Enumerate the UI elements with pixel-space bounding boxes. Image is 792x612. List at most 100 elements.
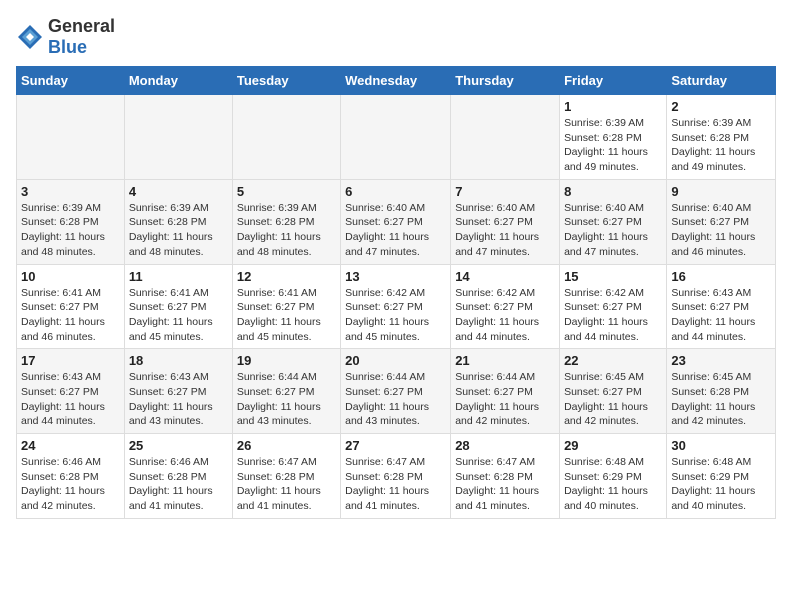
day-number: 24 [21, 438, 120, 453]
day-number: 9 [671, 184, 771, 199]
calendar-cell: 4 Sunrise: 6:39 AM Sunset: 6:28 PM Daylig… [124, 179, 232, 264]
calendar-cell: 24 Sunrise: 6:46 AM Sunset: 6:28 PM Dayli… [17, 434, 125, 519]
day-number: 6 [345, 184, 446, 199]
day-number: 27 [345, 438, 446, 453]
calendar-cell: 6 Sunrise: 6:40 AM Sunset: 6:27 PM Daylig… [341, 179, 451, 264]
calendar-cell: 10 Sunrise: 6:41 AM Sunset: 6:27 PM Dayli… [17, 264, 125, 349]
page-header: General Blue [16, 16, 776, 58]
day-info: Sunrise: 6:44 AM Sunset: 6:27 PM Dayligh… [455, 370, 555, 429]
calendar-cell: 15 Sunrise: 6:42 AM Sunset: 6:27 PM Dayli… [560, 264, 667, 349]
calendar-cell [17, 95, 125, 180]
day-number: 15 [564, 269, 662, 284]
calendar-cell: 30Sunrise: 6:48 AM Sunset: 6:29 PM Dayli… [667, 434, 776, 519]
day-info: Sunrise: 6:39 AM Sunset: 6:28 PM Dayligh… [671, 116, 771, 175]
day-number: 18 [129, 353, 228, 368]
day-number: 22 [564, 353, 662, 368]
calendar-week-row: 17 Sunrise: 6:43 AM Sunset: 6:27 PM Dayli… [17, 349, 776, 434]
day-info: Sunrise: 6:40 AM Sunset: 6:27 PM Dayligh… [671, 201, 771, 260]
header-tuesday: Tuesday [232, 67, 340, 95]
day-number: 7 [455, 184, 555, 199]
calendar-cell: 13 Sunrise: 6:42 AM Sunset: 6:27 PM Dayli… [341, 264, 451, 349]
day-info: Sunrise: 6:41 AM Sunset: 6:27 PM Dayligh… [237, 286, 336, 345]
calendar-cell: 3Sunrise: 6:39 AM Sunset: 6:28 PM Daylig… [17, 179, 125, 264]
day-info: Sunrise: 6:40 AM Sunset: 6:27 PM Dayligh… [345, 201, 446, 260]
day-info: Sunrise: 6:46 AM Sunset: 6:28 PM Dayligh… [129, 455, 228, 514]
day-number: 26 [237, 438, 336, 453]
day-info: Sunrise: 6:40 AM Sunset: 6:27 PM Dayligh… [455, 201, 555, 260]
calendar-cell: 20 Sunrise: 6:44 AM Sunset: 6:27 PM Dayli… [341, 349, 451, 434]
day-number: 17 [21, 353, 120, 368]
day-info: Sunrise: 6:47 AM Sunset: 6:28 PM Dayligh… [237, 455, 336, 514]
calendar-week-row: 10 Sunrise: 6:41 AM Sunset: 6:27 PM Dayli… [17, 264, 776, 349]
day-info: Sunrise: 6:47 AM Sunset: 6:28 PM Dayligh… [345, 455, 446, 514]
header-saturday: Saturday [667, 67, 776, 95]
calendar-cell: 21Sunrise: 6:44 AM Sunset: 6:27 PM Dayli… [451, 349, 560, 434]
day-info: Sunrise: 6:42 AM Sunset: 6:27 PM Dayligh… [564, 286, 662, 345]
day-info: Sunrise: 6:40 AM Sunset: 6:27 PM Dayligh… [564, 201, 662, 260]
day-info: Sunrise: 6:43 AM Sunset: 6:27 PM Dayligh… [129, 370, 228, 429]
day-info: Sunrise: 6:47 AM Sunset: 6:28 PM Dayligh… [455, 455, 555, 514]
day-info: Sunrise: 6:43 AM Sunset: 6:27 PM Dayligh… [671, 286, 771, 345]
header-monday: Monday [124, 67, 232, 95]
day-info: Sunrise: 6:39 AM Sunset: 6:28 PM Dayligh… [21, 201, 120, 260]
calendar-header-row: SundayMondayTuesdayWednesdayThursdayFrid… [17, 67, 776, 95]
calendar-cell: 16Sunrise: 6:43 AM Sunset: 6:27 PM Dayli… [667, 264, 776, 349]
header-wednesday: Wednesday [341, 67, 451, 95]
calendar-week-row: 3Sunrise: 6:39 AM Sunset: 6:28 PM Daylig… [17, 179, 776, 264]
day-info: Sunrise: 6:39 AM Sunset: 6:28 PM Dayligh… [564, 116, 662, 175]
day-info: Sunrise: 6:42 AM Sunset: 6:27 PM Dayligh… [345, 286, 446, 345]
day-number: 4 [129, 184, 228, 199]
day-number: 10 [21, 269, 120, 284]
header-sunday: Sunday [17, 67, 125, 95]
calendar-cell [232, 95, 340, 180]
calendar-cell: 1 Sunrise: 6:39 AM Sunset: 6:28 PM Daylig… [560, 95, 667, 180]
calendar-week-row: 1 Sunrise: 6:39 AM Sunset: 6:28 PM Daylig… [17, 95, 776, 180]
logo: General Blue [16, 16, 115, 58]
calendar-cell: 9 Sunrise: 6:40 AM Sunset: 6:27 PM Daylig… [667, 179, 776, 264]
day-info: Sunrise: 6:48 AM Sunset: 6:29 PM Dayligh… [671, 455, 771, 514]
day-info: Sunrise: 6:39 AM Sunset: 6:28 PM Dayligh… [129, 201, 228, 260]
calendar-cell: 8Sunrise: 6:40 AM Sunset: 6:27 PM Daylig… [560, 179, 667, 264]
calendar-cell: 22Sunrise: 6:45 AM Sunset: 6:27 PM Dayli… [560, 349, 667, 434]
calendar-cell [451, 95, 560, 180]
calendar-table: SundayMondayTuesdayWednesdayThursdayFrid… [16, 66, 776, 519]
day-info: Sunrise: 6:41 AM Sunset: 6:27 PM Dayligh… [21, 286, 120, 345]
day-info: Sunrise: 6:42 AM Sunset: 6:27 PM Dayligh… [455, 286, 555, 345]
day-number: 12 [237, 269, 336, 284]
day-info: Sunrise: 6:44 AM Sunset: 6:27 PM Dayligh… [345, 370, 446, 429]
day-number: 20 [345, 353, 446, 368]
calendar-cell: 27 Sunrise: 6:47 AM Sunset: 6:28 PM Dayli… [341, 434, 451, 519]
logo-blue: Blue [48, 37, 87, 57]
day-number: 14 [455, 269, 555, 284]
day-number: 19 [237, 353, 336, 368]
calendar-cell: 17 Sunrise: 6:43 AM Sunset: 6:27 PM Dayli… [17, 349, 125, 434]
calendar-cell: 19Sunrise: 6:44 AM Sunset: 6:27 PM Dayli… [232, 349, 340, 434]
day-info: Sunrise: 6:41 AM Sunset: 6:27 PM Dayligh… [129, 286, 228, 345]
day-number: 23 [671, 353, 771, 368]
header-friday: Friday [560, 67, 667, 95]
day-number: 2 [671, 99, 771, 114]
day-number: 25 [129, 438, 228, 453]
header-thursday: Thursday [451, 67, 560, 95]
calendar-cell: 28 Sunrise: 6:47 AM Sunset: 6:28 PM Dayli… [451, 434, 560, 519]
calendar-cell [124, 95, 232, 180]
day-info: Sunrise: 6:39 AM Sunset: 6:28 PM Dayligh… [237, 201, 336, 260]
day-info: Sunrise: 6:48 AM Sunset: 6:29 PM Dayligh… [564, 455, 662, 514]
day-number: 11 [129, 269, 228, 284]
day-info: Sunrise: 6:43 AM Sunset: 6:27 PM Dayligh… [21, 370, 120, 429]
logo-general: General [48, 16, 115, 36]
calendar-cell: 29Sunrise: 6:48 AM Sunset: 6:29 PM Dayli… [560, 434, 667, 519]
calendar-cell: 12 Sunrise: 6:41 AM Sunset: 6:27 PM Dayli… [232, 264, 340, 349]
calendar-cell: 14 Sunrise: 6:42 AM Sunset: 6:27 PM Dayli… [451, 264, 560, 349]
day-number: 5 [237, 184, 336, 199]
calendar-cell: 11 Sunrise: 6:41 AM Sunset: 6:27 PM Dayli… [124, 264, 232, 349]
calendar-week-row: 24 Sunrise: 6:46 AM Sunset: 6:28 PM Dayli… [17, 434, 776, 519]
day-number: 1 [564, 99, 662, 114]
day-info: Sunrise: 6:45 AM Sunset: 6:28 PM Dayligh… [671, 370, 771, 429]
calendar-cell: 23 Sunrise: 6:45 AM Sunset: 6:28 PM Dayli… [667, 349, 776, 434]
calendar-cell: 2 Sunrise: 6:39 AM Sunset: 6:28 PM Daylig… [667, 95, 776, 180]
day-number: 13 [345, 269, 446, 284]
day-number: 28 [455, 438, 555, 453]
logo-icon [16, 23, 44, 51]
day-info: Sunrise: 6:46 AM Sunset: 6:28 PM Dayligh… [21, 455, 120, 514]
